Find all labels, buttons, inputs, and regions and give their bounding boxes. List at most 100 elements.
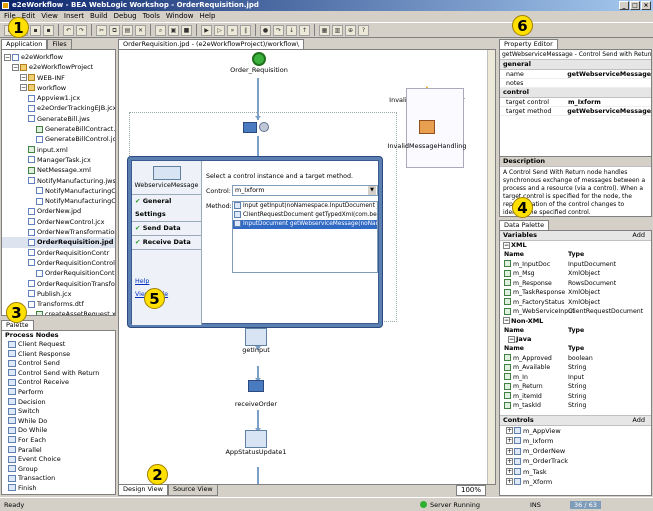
- tree-item[interactable]: NotifyManufacturingCont: [2, 186, 115, 196]
- run-icon[interactable]: ▶: [201, 24, 212, 36]
- java-group[interactable]: − Java: [500, 335, 651, 344]
- redo-icon[interactable]: ↷: [76, 24, 87, 36]
- maximize-button[interactable]: □: [630, 1, 640, 10]
- control-select[interactable]: m_Ixform ▼: [232, 185, 378, 196]
- property-target-control-row[interactable]: target control m_Ixform: [500, 98, 651, 107]
- tree-item[interactable]: OrderRequisitionCont: [2, 268, 115, 278]
- add-variable-button[interactable]: Add: [632, 231, 645, 240]
- tab-source-view[interactable]: Source View: [167, 485, 218, 496]
- expand-icon[interactable]: +: [506, 427, 513, 434]
- node-invalid-message-handling[interactable]: InvalidMessageHandling: [385, 120, 469, 150]
- variable-row[interactable]: m_Available String: [500, 363, 651, 373]
- tree-item[interactable]: GenerateBill.jws: [2, 114, 115, 124]
- palette-item[interactable]: Event Choice: [2, 455, 115, 465]
- undo-icon[interactable]: ↶: [63, 24, 74, 36]
- zoom-level[interactable]: 100%: [455, 485, 486, 496]
- tree-item[interactable]: ManagerTask.jcx: [2, 155, 115, 165]
- tree-item[interactable]: NotifyManufacturingCont: [2, 196, 115, 206]
- collapse-icon[interactable]: −: [503, 317, 510, 324]
- expand-icon[interactable]: +: [506, 437, 513, 445]
- tree-item[interactable]: NotifyManufacturing.jws: [2, 176, 115, 186]
- palette-item[interactable]: Decision: [2, 398, 115, 408]
- node-control-send[interactable]: [231, 122, 281, 133]
- menu-view[interactable]: View: [41, 11, 58, 22]
- variable-row[interactable]: m_Approved boolean: [500, 354, 651, 364]
- tree-item[interactable]: OrderNewTransformation.: [2, 227, 115, 237]
- step-send-data[interactable]: ✔ Send Data: [132, 222, 201, 236]
- variable-row[interactable]: m_taskId String: [500, 401, 651, 411]
- control-item[interactable]: + m_OrderNew: [500, 446, 651, 456]
- palette-item[interactable]: Finish: [2, 484, 115, 494]
- palette-item[interactable]: Parallel: [2, 446, 115, 456]
- palette-item[interactable]: Control Send with Return: [2, 369, 115, 379]
- property-name-row[interactable]: name getWebserviceMessage: [500, 70, 651, 79]
- step-into-icon[interactable]: ↓: [286, 24, 297, 36]
- menu-window[interactable]: Window: [166, 11, 194, 22]
- copy-icon[interactable]: ⧉: [109, 24, 120, 36]
- expand-icon[interactable]: −: [20, 84, 27, 92]
- method-option[interactable]: Input getInput(noNamespace.InputDocument…: [233, 202, 377, 211]
- tree-item[interactable]: GenerateBillContract.wsd: [2, 124, 115, 134]
- expand-icon[interactable]: +: [506, 447, 513, 455]
- tab-files[interactable]: Files: [47, 39, 72, 49]
- zoom-icon[interactable]: ⊕: [345, 24, 356, 36]
- control-item[interactable]: + m_Ixform: [500, 436, 651, 446]
- paste-icon[interactable]: ▤: [122, 24, 133, 36]
- tab-application[interactable]: Application: [1, 39, 48, 49]
- expand-icon[interactable]: −: [4, 53, 11, 61]
- expand-icon[interactable]: +: [506, 468, 513, 476]
- menu-build[interactable]: Build: [90, 11, 108, 22]
- step-icon[interactable]: »: [227, 24, 238, 36]
- build-icon[interactable]: ▣: [168, 24, 179, 36]
- node-app-status-update[interactable]: AppStatusUpdate1: [219, 430, 293, 456]
- step-over-icon[interactable]: ↷: [273, 24, 284, 36]
- palette-item[interactable]: While Do: [2, 417, 115, 427]
- tree-item[interactable]: NetMessage.xml: [2, 165, 115, 175]
- menu-help[interactable]: Help: [199, 11, 215, 22]
- variable-row[interactable]: m_Msg XmlObject: [500, 269, 651, 279]
- tab-design-view[interactable]: Design View: [118, 485, 168, 496]
- palette-item[interactable]: Group: [2, 465, 115, 475]
- save-icon[interactable]: ▪: [30, 24, 41, 36]
- variable-row[interactable]: m_FactoryStatus XmlObject: [500, 298, 651, 308]
- variable-row[interactable]: m_itemId String: [500, 392, 651, 402]
- tree-item[interactable]: OrderNewControl.jcx: [2, 217, 115, 227]
- node-receive-order[interactable]: receiveOrder: [221, 380, 291, 408]
- control-item[interactable]: + m_Task: [500, 467, 651, 477]
- palette-item[interactable]: Client Response: [2, 350, 115, 360]
- node-order-requisition[interactable]: Order_Requisition: [219, 52, 299, 74]
- tree-item[interactable]: − workflow: [2, 83, 115, 93]
- delete-icon[interactable]: ✕: [135, 24, 146, 36]
- variable-row[interactable]: m_TaskResponse XmlObject: [500, 288, 651, 298]
- tree-item[interactable]: e2eOrderTrackingEJB.jcx: [2, 103, 115, 113]
- debug-icon[interactable]: ▷: [214, 24, 225, 36]
- find-icon[interactable]: ⌕: [155, 24, 166, 36]
- variable-row[interactable]: m_In Input: [500, 373, 651, 383]
- palette-item[interactable]: For Each: [2, 436, 115, 446]
- variable-row[interactable]: m_WebServiceInput ClientRequestDocument: [500, 307, 651, 317]
- control-item[interactable]: + m_Xform: [500, 477, 651, 487]
- menu-debug[interactable]: Debug: [114, 11, 137, 22]
- save-all-icon[interactable]: ▪: [43, 24, 54, 36]
- xml-group[interactable]: − XML: [500, 241, 651, 250]
- tree-item[interactable]: − e2eWorkflow: [2, 52, 115, 62]
- variable-row[interactable]: m_InputDoc InputDocument: [500, 260, 651, 270]
- nonxml-group[interactable]: − Non-XML: [500, 317, 651, 326]
- step-out-icon[interactable]: ↑: [299, 24, 310, 36]
- vertical-scrollbar[interactable]: [487, 50, 495, 484]
- tree-item[interactable]: OrderRequisitionControlW: [2, 258, 115, 268]
- expand-icon[interactable]: −: [20, 74, 27, 82]
- help-link[interactable]: Help: [135, 278, 149, 285]
- method-option[interactable]: ClientRequestDocument getTypedXml(com.be…: [233, 211, 377, 220]
- grid-icon[interactable]: ▥: [332, 24, 343, 36]
- palette-item[interactable]: Perform: [2, 388, 115, 398]
- expand-icon[interactable]: +: [506, 478, 513, 486]
- palette-item[interactable]: Control Send: [2, 359, 115, 369]
- tree-item[interactable]: GenerateBillControl.jcx: [2, 134, 115, 144]
- node-get-input[interactable]: getInput: [231, 328, 281, 354]
- variable-row[interactable]: m_Return String: [500, 382, 651, 392]
- menu-insert[interactable]: Insert: [64, 11, 84, 22]
- collapse-icon[interactable]: −: [503, 241, 510, 249]
- minimize-button[interactable]: _: [619, 1, 629, 10]
- stop-icon[interactable]: ■: [181, 24, 192, 36]
